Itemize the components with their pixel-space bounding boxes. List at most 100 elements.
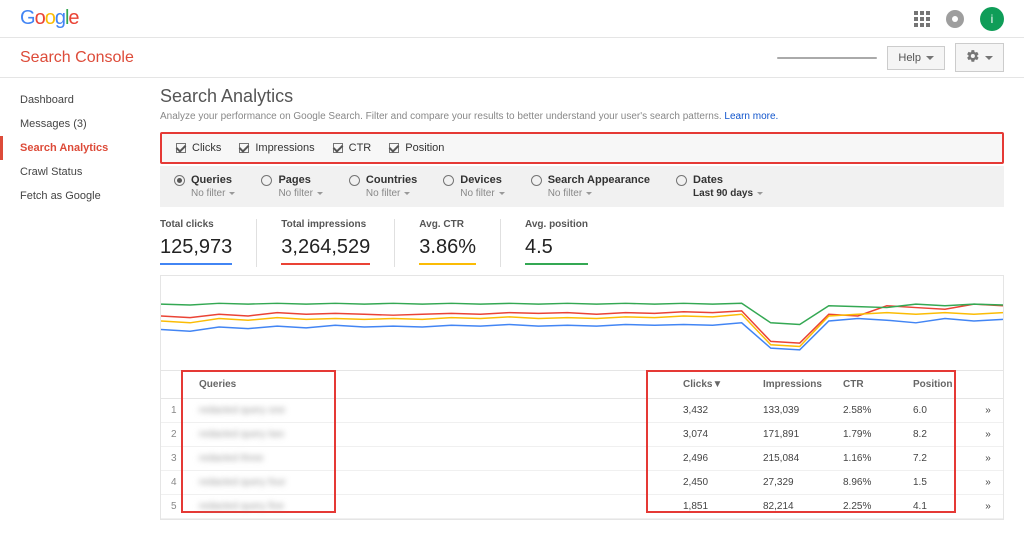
chevron-down-icon	[757, 192, 763, 195]
expand-icon[interactable]: »	[973, 471, 1003, 495]
learn-more-link[interactable]: Learn more.	[724, 111, 778, 122]
queries-table-wrapper: Queries Clicks▼ Impressions CTR Position…	[160, 370, 1004, 520]
chevron-down-icon	[404, 192, 410, 195]
sidebar-item-crawl-status[interactable]: Crawl Status	[0, 160, 155, 184]
dimension-row: Queries No filter Pages No filter Countr…	[160, 166, 1004, 207]
google-logo[interactable]: Google	[20, 7, 79, 30]
dim-devices-filter[interactable]: No filter	[443, 188, 504, 199]
radio-icon	[443, 175, 454, 186]
cell-ctr: 8.96%	[833, 471, 903, 495]
stat-avg-position: Avg. position 4.5	[525, 219, 612, 267]
sidebar: Dashboard Messages (3) Search Analytics …	[0, 78, 155, 539]
table-row[interactable]: 2redacted query two3,074171,8911.79%8.2»	[161, 423, 1003, 447]
main-layout: Dashboard Messages (3) Search Analytics …	[0, 78, 1024, 539]
settings-button[interactable]	[955, 43, 1004, 72]
radio-icon	[261, 175, 272, 186]
dim-search-appearance-filter[interactable]: No filter	[531, 188, 650, 199]
chevron-down-icon	[926, 56, 934, 60]
toggle-ctr[interactable]: CTR	[333, 142, 372, 154]
avatar[interactable]: i	[980, 7, 1004, 31]
th-expand	[973, 371, 1003, 399]
cell-impressions: 171,891	[753, 423, 833, 447]
cell-impressions: 133,039	[753, 399, 833, 423]
header-actions: i	[914, 7, 1004, 31]
stat-total-impressions: Total impressions 3,264,529	[281, 219, 395, 267]
radio-icon	[349, 175, 360, 186]
console-title: Search Console	[20, 49, 134, 67]
notifications-icon[interactable]	[946, 10, 964, 28]
help-button[interactable]: Help	[887, 46, 945, 70]
sidebar-item-search-analytics[interactable]: Search Analytics	[0, 136, 155, 160]
dim-pages[interactable]: Pages No filter	[261, 174, 322, 199]
th-index	[161, 371, 189, 399]
th-impressions[interactable]: Impressions	[753, 371, 833, 399]
checkbox-icon	[333, 143, 343, 153]
toggle-impressions[interactable]: Impressions	[239, 142, 314, 154]
sidebar-item-dashboard[interactable]: Dashboard	[0, 88, 155, 112]
checkbox-icon	[176, 143, 186, 153]
cell-clicks: 2,450	[673, 471, 753, 495]
cell-position: 6.0	[903, 399, 973, 423]
cell-ctr: 1.79%	[833, 423, 903, 447]
chevron-down-icon	[317, 192, 323, 195]
cell-index: 2	[161, 423, 189, 447]
sub-header-actions: Help	[777, 43, 1004, 72]
checkbox-icon	[239, 143, 249, 153]
cell-impressions: 82,214	[753, 495, 833, 519]
apps-icon[interactable]	[914, 11, 930, 27]
th-ctr[interactable]: CTR	[833, 371, 903, 399]
dim-search-appearance[interactable]: Search Appearance No filter	[531, 174, 650, 199]
queries-table: Queries Clicks▼ Impressions CTR Position…	[161, 371, 1003, 519]
expand-icon[interactable]: »	[973, 399, 1003, 423]
sidebar-item-fetch-as-google[interactable]: Fetch as Google	[0, 184, 155, 208]
table-row[interactable]: 4redacted query four2,45027,3298.96%1.5»	[161, 471, 1003, 495]
cell-clicks: 1,851	[673, 495, 753, 519]
toggle-clicks[interactable]: Clicks	[176, 142, 221, 154]
site-indicator	[777, 57, 877, 59]
page-title: Search Analytics	[160, 86, 1004, 107]
cell-position: 1.5	[903, 471, 973, 495]
cell-index: 1	[161, 399, 189, 423]
table-row[interactable]: 5redacted query five1,85182,2142.25%4.1»	[161, 495, 1003, 519]
trend-chart	[160, 275, 1004, 370]
dim-dates[interactable]: Dates Last 90 days	[676, 174, 763, 199]
cell-index: 3	[161, 447, 189, 471]
dim-queries[interactable]: Queries No filter	[174, 174, 235, 199]
dim-countries-filter[interactable]: No filter	[349, 188, 417, 199]
cell-impressions: 215,084	[753, 447, 833, 471]
dim-dates-filter[interactable]: Last 90 days	[676, 188, 763, 199]
th-clicks[interactable]: Clicks▼	[673, 371, 753, 399]
expand-icon[interactable]: »	[973, 495, 1003, 519]
chevron-down-icon	[985, 56, 993, 60]
dim-devices[interactable]: Devices No filter	[443, 174, 504, 199]
table-row[interactable]: 1redacted query one3,432133,0392.58%6.0»	[161, 399, 1003, 423]
cell-clicks: 2,496	[673, 447, 753, 471]
cell-index: 5	[161, 495, 189, 519]
th-position[interactable]: Position	[903, 371, 973, 399]
cell-query: redacted three	[189, 447, 673, 471]
cell-clicks: 3,074	[673, 423, 753, 447]
stats-row: Total clicks 125,973 Total impressions 3…	[160, 207, 1004, 275]
expand-icon[interactable]: »	[973, 447, 1003, 471]
cell-query: redacted query one	[189, 399, 673, 423]
cell-ctr: 1.16%	[833, 447, 903, 471]
page-description: Analyze your performance on Google Searc…	[160, 111, 1004, 122]
help-label: Help	[898, 52, 921, 64]
checkbox-icon	[389, 143, 399, 153]
cell-position: 4.1	[903, 495, 973, 519]
dim-countries[interactable]: Countries No filter	[349, 174, 417, 199]
sidebar-item-messages[interactable]: Messages (3)	[0, 112, 155, 136]
table-row[interactable]: 3redacted three2,496215,0841.16%7.2»	[161, 447, 1003, 471]
cell-ctr: 2.58%	[833, 399, 903, 423]
toggle-position[interactable]: Position	[389, 142, 444, 154]
th-queries[interactable]: Queries	[189, 371, 673, 399]
cell-index: 4	[161, 471, 189, 495]
cell-impressions: 27,329	[753, 471, 833, 495]
expand-icon[interactable]: »	[973, 423, 1003, 447]
gear-icon	[966, 49, 980, 66]
dim-pages-filter[interactable]: No filter	[261, 188, 322, 199]
radio-icon	[676, 175, 687, 186]
dim-queries-filter[interactable]: No filter	[174, 188, 235, 199]
stat-total-clicks: Total clicks 125,973	[160, 219, 257, 267]
top-header: Google i	[0, 0, 1024, 38]
